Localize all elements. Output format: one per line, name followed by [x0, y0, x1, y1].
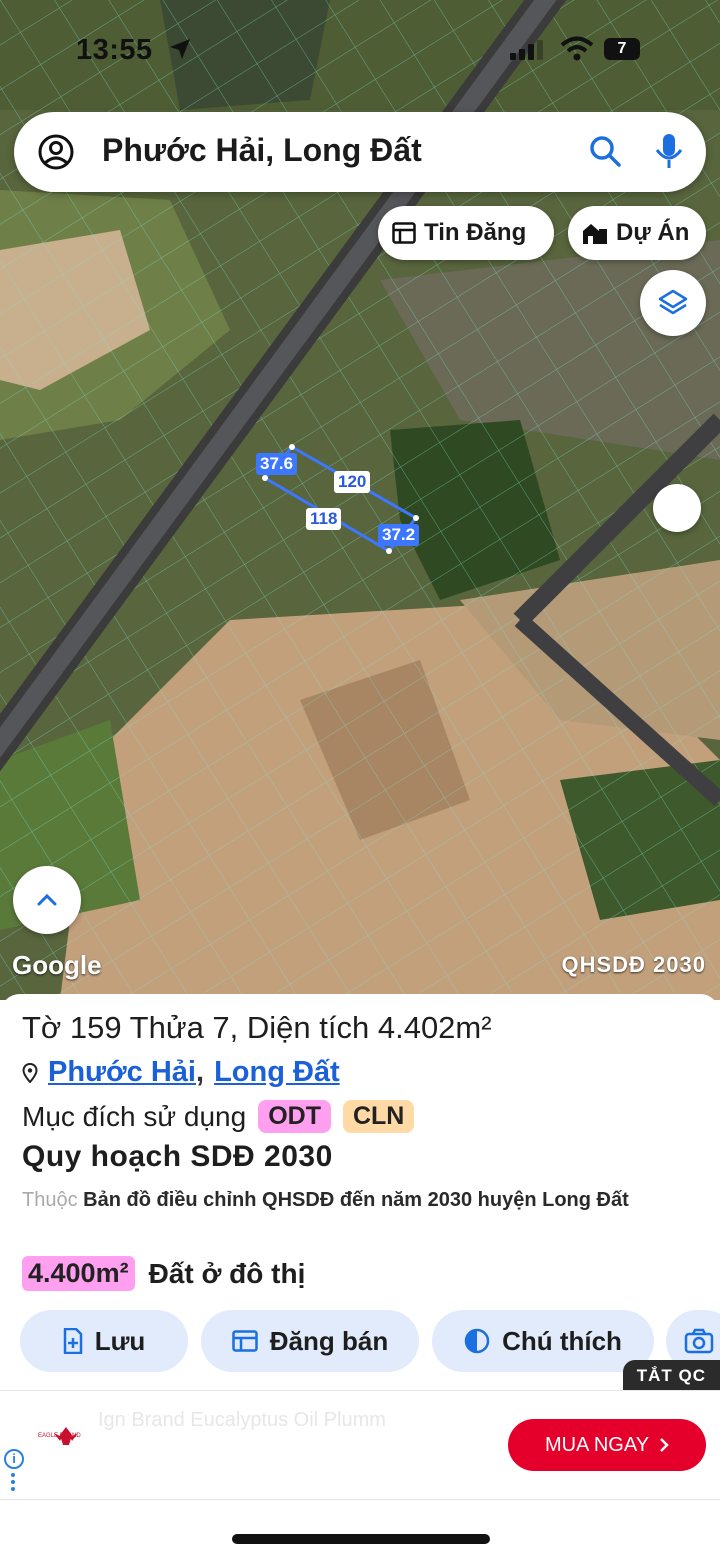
- parcel-edge-label: 118: [306, 508, 342, 530]
- expand-sheet-button[interactable]: [13, 866, 81, 934]
- search-icon[interactable]: [588, 134, 622, 168]
- satellite-map[interactable]: 37.6 120 118 37.2 13:55 7 Phước Hải, Lon…: [0, 0, 720, 1000]
- map-layer-label: QHSDĐ 2030: [561, 952, 706, 977]
- contrast-icon: [464, 1328, 490, 1354]
- listings-button[interactable]: Tin Đăng: [378, 206, 554, 260]
- battery-icon: 7: [604, 38, 640, 60]
- location-arrow-icon: [170, 39, 190, 59]
- plan-title: Quy hoạch SDĐ 2030: [22, 1140, 333, 1173]
- action-bar: Lưu Đăng bán Chú thích: [20, 1310, 720, 1372]
- hide-ads-button[interactable]: TẮT QC: [622, 1360, 720, 1392]
- layers-icon: [658, 289, 688, 315]
- location-separator: ,: [196, 1056, 205, 1088]
- save-button[interactable]: Lưu: [20, 1310, 188, 1372]
- parcel-location: Phước Hải , Long Đất: [22, 1056, 340, 1089]
- ad-info-icon[interactable]: i: [4, 1449, 24, 1469]
- post-label: Đăng bán: [269, 1325, 389, 1356]
- chevron-right-icon: [660, 1438, 669, 1452]
- map-drag-handle[interactable]: [653, 484, 701, 532]
- ad-options-icon[interactable]: [11, 1473, 15, 1494]
- ward-link[interactable]: Phước Hải: [48, 1056, 196, 1089]
- microphone-icon[interactable]: [654, 132, 684, 170]
- google-logo: Google: [12, 950, 102, 980]
- ad-banner[interactable]: EAGLE BRAND Ign Brand Eucalyptus Oil Plu…: [0, 1390, 720, 1500]
- land-use-purpose: Mục đích sử dụng ODT CLN: [22, 1100, 415, 1133]
- layers-button[interactable]: [640, 270, 706, 336]
- save-label: Lưu: [94, 1325, 146, 1356]
- projects-label: Dự Án: [616, 219, 690, 246]
- post-for-sale-button[interactable]: Đăng bán: [201, 1310, 419, 1372]
- chevron-up-icon: [37, 893, 57, 906]
- land-use-tag: CLN: [342, 1100, 415, 1133]
- listings-label: Tin Đăng: [424, 219, 527, 246]
- buildings-icon: [583, 224, 607, 244]
- plan-prefix: Thuộc: [22, 1189, 78, 1211]
- parcel-edge-label: 120: [334, 471, 371, 493]
- buy-now-button[interactable]: MUA NGAY: [508, 1419, 706, 1471]
- parcel-edge-label: 37.2: [378, 524, 420, 546]
- add-file-icon: [63, 1328, 82, 1354]
- search-bar[interactable]: Phước Hải, Long Đất: [14, 112, 706, 192]
- projects-button[interactable]: Dự Án: [568, 206, 706, 260]
- cta-label: MUA NGAY: [544, 1433, 650, 1456]
- legend-button[interactable]: Chú thích: [432, 1310, 654, 1372]
- area-type: Đất ở đô thị: [148, 1257, 306, 1289]
- land-use-tag: ODT: [258, 1100, 331, 1133]
- parcel-edge-label: 37.6: [256, 453, 298, 475]
- ad-brand: EAGLE BRAND: [38, 1433, 81, 1439]
- purpose-label: Mục đích sử dụng: [22, 1100, 247, 1132]
- district-link[interactable]: Long Đất: [214, 1056, 340, 1089]
- ad-faded-text: Ign Brand Eucalyptus Oil Plumm: [98, 1409, 386, 1431]
- search-input[interactable]: Phước Hải, Long Đất: [102, 132, 422, 169]
- camera-icon: [684, 1328, 714, 1354]
- area-value: 4.400m²: [22, 1256, 135, 1291]
- home-indicator[interactable]: [232, 1534, 490, 1544]
- plan-description: Thuộc Bản đồ điều chỉnh QHSDĐ đến năm 20…: [22, 1184, 720, 1216]
- clock: 13:55: [76, 34, 153, 66]
- cellular-signal-icon: [510, 40, 543, 60]
- status-bar: 13:55 7: [0, 30, 720, 70]
- listing-icon: [232, 1330, 258, 1352]
- listing-icon: [392, 222, 416, 244]
- plan-source: Bản đồ điều chỉnh QHSDĐ đến năm 2030 huy…: [83, 1189, 629, 1211]
- eagle-brand-logo: EAGLE BRAND: [38, 1427, 81, 1445]
- location-pin-icon: [22, 1062, 38, 1083]
- parcel-info-sheet: Tờ 159 Thửa 7, Diện tích 4.402m² Phước H…: [0, 994, 720, 1560]
- planned-area: 4.400m² Đất ở đô thị: [22, 1256, 305, 1291]
- legend-label: Chú thích: [502, 1325, 622, 1356]
- parcel-title: Tờ 159 Thửa 7, Diện tích 4.402m²: [22, 1010, 492, 1045]
- wifi-icon: [560, 36, 594, 61]
- account-icon[interactable]: [36, 132, 76, 172]
